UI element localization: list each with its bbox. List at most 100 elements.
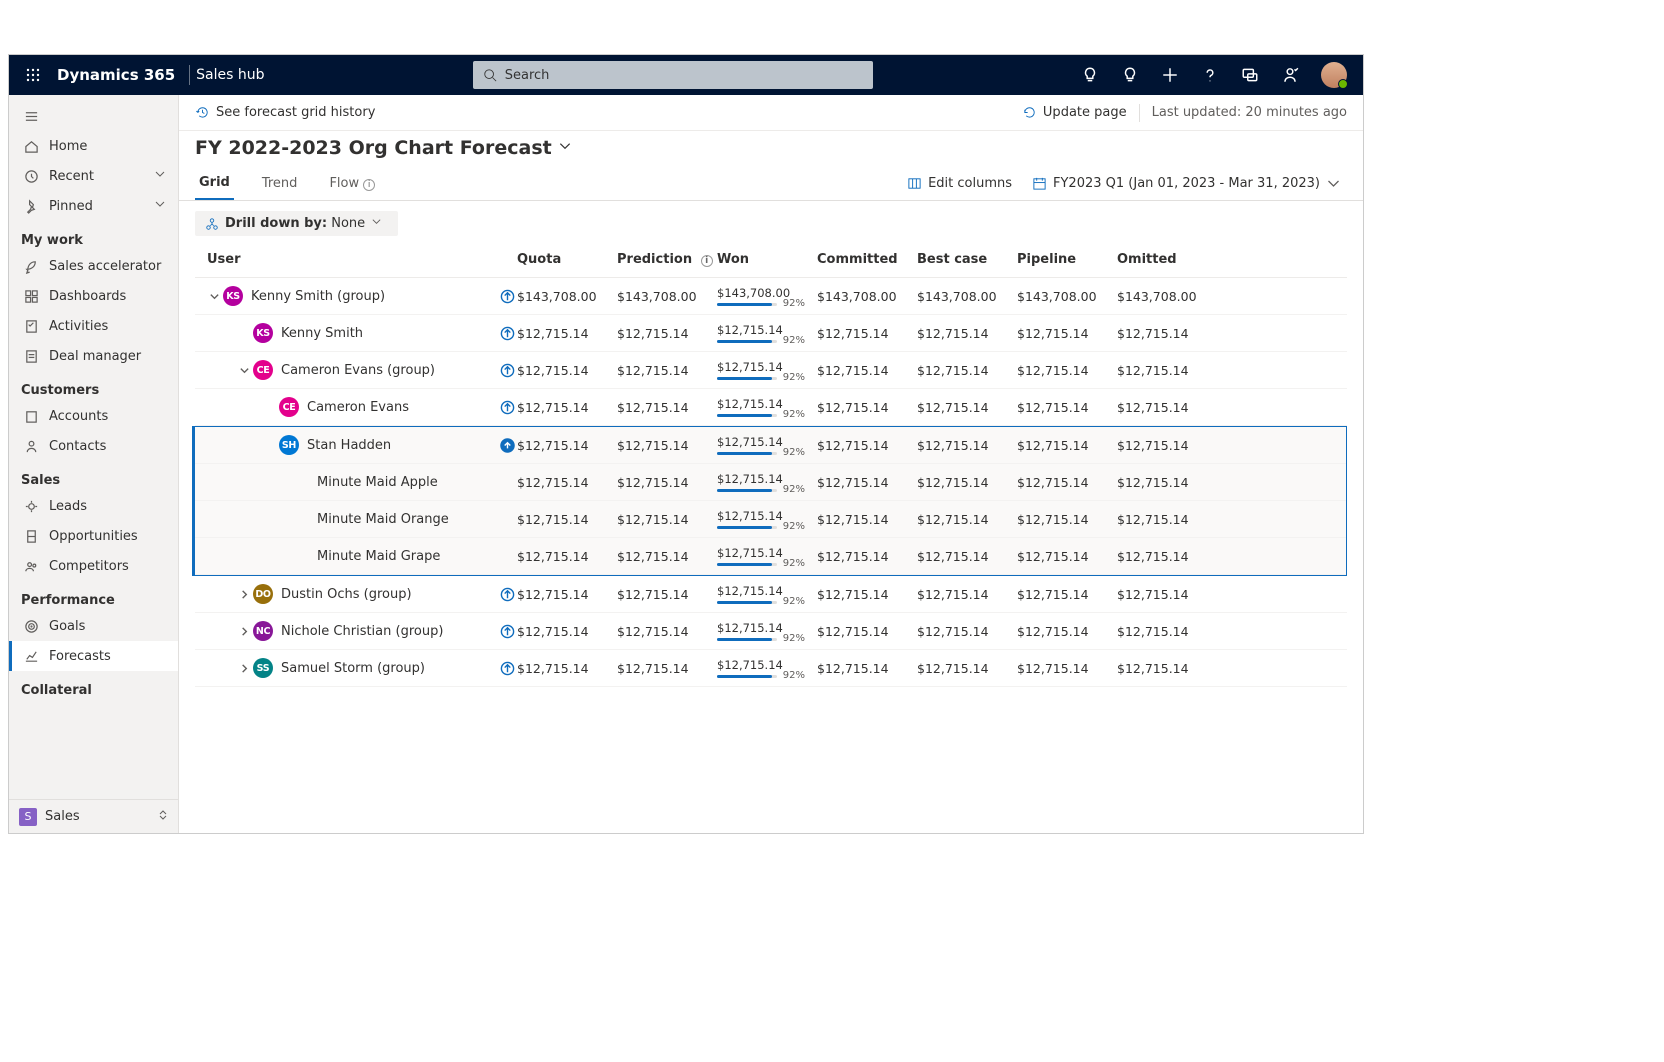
rollup-icon[interactable]	[497, 587, 517, 602]
cell-pipeline: $12,715.14	[1017, 326, 1117, 341]
row-name: Cameron Evans (group)	[281, 363, 435, 378]
table-row[interactable]: Minute Maid Apple $12,715.14 $12,715.14 …	[195, 464, 1346, 501]
cell-prediction: $12,715.14	[617, 661, 717, 676]
tab-flow[interactable]: Flowi	[325, 168, 379, 199]
expand-toggle[interactable]	[237, 626, 251, 637]
col-omitted[interactable]: Omitted	[1117, 252, 1217, 267]
cell-prediction: $12,715.14	[617, 549, 717, 564]
cell-omitted: $12,715.14	[1117, 400, 1217, 415]
cell-committed: $12,715.14	[817, 512, 917, 527]
col-won[interactable]: Won	[717, 252, 817, 267]
rollup-icon[interactable]	[497, 400, 517, 415]
brand-label[interactable]: Dynamics 365	[49, 66, 183, 84]
cell-bestcase: $12,715.14	[917, 438, 1017, 453]
rollup-icon[interactable]	[497, 624, 517, 639]
table-row[interactable]: SSSamuel Storm (group) $12,715.14 $12,71…	[195, 650, 1347, 687]
table-row[interactable]: NCNichole Christian (group) $12,715.14 $…	[195, 613, 1347, 650]
cell-committed: $12,715.14	[817, 438, 917, 453]
table-row[interactable]: Minute Maid Orange $12,715.14 $12,715.14…	[195, 501, 1346, 538]
last-updated-label: Last updated: 20 minutes ago	[1152, 105, 1347, 120]
edit-columns-button[interactable]: Edit columns	[907, 176, 1012, 191]
cell-pipeline: $12,715.14	[1017, 587, 1117, 602]
rollup-icon[interactable]	[497, 661, 517, 676]
plus-icon[interactable]	[1161, 66, 1179, 84]
app-launcher-icon[interactable]	[17, 68, 49, 82]
lightbulb-icon[interactable]	[1121, 66, 1139, 84]
cell-quota: $12,715.14	[517, 587, 617, 602]
table-row[interactable]: Minute Maid Grape $12,715.14 $12,715.14 …	[195, 538, 1346, 575]
sidebar-item-forecasts[interactable]: Forecasts	[9, 641, 178, 671]
cell-bestcase: $12,715.14	[917, 363, 1017, 378]
table-row[interactable]: CECameron Evans (group) $12,715.14 $12,7…	[195, 352, 1347, 389]
row-name: Minute Maid Grape	[317, 549, 440, 564]
sidebar-item-sales-accelerator[interactable]: Sales accelerator	[9, 251, 178, 281]
person-icon[interactable]	[1281, 66, 1299, 84]
history-button[interactable]: See forecast grid history	[195, 105, 375, 120]
chat-icon[interactable]	[1241, 66, 1259, 84]
lightbulb-icon[interactable]	[1081, 66, 1099, 84]
hamburger-button[interactable]	[9, 101, 178, 131]
title-dropdown[interactable]	[552, 139, 572, 157]
expand-toggle[interactable]	[237, 365, 251, 376]
expand-toggle[interactable]	[237, 589, 251, 600]
rollup-icon[interactable]	[497, 438, 517, 453]
expand-toggle[interactable]	[237, 663, 251, 674]
sidebar-item-opportunities[interactable]: Opportunities	[9, 521, 178, 551]
col-committed[interactable]: Committed	[817, 252, 917, 267]
table-row[interactable]: KSKenny Smith $12,715.14 $12,715.14 $12,…	[195, 315, 1347, 352]
rollup-icon[interactable]	[497, 326, 517, 341]
table-row[interactable]: CECameron Evans $12,715.14 $12,715.14 $1…	[195, 389, 1347, 426]
sidebar-item-pinned[interactable]: Pinned	[9, 191, 178, 221]
sidebar-section-mywork: My work	[9, 221, 178, 251]
sidebar-item-deal-manager[interactable]: Deal manager	[9, 341, 178, 371]
top-bar: Dynamics 365 Sales hub Search	[9, 55, 1363, 95]
rollup-icon[interactable]	[497, 289, 517, 304]
cell-committed: $143,708.00	[817, 289, 917, 304]
row-name: Nichole Christian (group)	[281, 624, 443, 639]
sidebar-item-accounts[interactable]: Accounts	[9, 401, 178, 431]
sidebar-item-activities[interactable]: Activities	[9, 311, 178, 341]
deal-icon	[21, 349, 41, 364]
sidebar-item-home[interactable]: Home	[9, 131, 178, 161]
cell-committed: $12,715.14	[817, 326, 917, 341]
table-row[interactable]: SHStan Hadden $12,715.14 $12,715.14 $12,…	[195, 427, 1346, 464]
hub-label[interactable]: Sales hub	[196, 67, 264, 83]
tab-grid[interactable]: Grid	[195, 167, 234, 200]
cell-pipeline: $12,715.14	[1017, 549, 1117, 564]
col-user[interactable]: User	[207, 252, 517, 267]
help-icon[interactable]	[1201, 66, 1219, 84]
cell-bestcase: $12,715.14	[917, 512, 1017, 527]
expand-toggle[interactable]	[207, 291, 221, 302]
info-icon: i	[363, 179, 375, 191]
sidebar-item-goals[interactable]: Goals	[9, 611, 178, 641]
cell-won: $12,715.14 92%	[717, 621, 817, 641]
rollup-icon[interactable]	[497, 363, 517, 378]
page-title-bar: FY 2022-2023 Org Chart Forecast	[179, 131, 1363, 159]
cell-quota: $12,715.14	[517, 438, 617, 453]
table-row[interactable]: DODustin Ochs (group) $12,715.14 $12,715…	[195, 576, 1347, 613]
col-bestcase[interactable]: Best case	[917, 252, 1017, 267]
period-picker[interactable]: FY2023 Q1 (Jan 01, 2023 - Mar 31, 2023)	[1032, 176, 1347, 191]
table-row[interactable]: KSKenny Smith (group) $143,708.00 $143,7…	[195, 278, 1347, 315]
cell-pipeline: $12,715.14	[1017, 624, 1117, 639]
cell-pipeline: $143,708.00	[1017, 289, 1117, 304]
tab-trend[interactable]: Trend	[258, 168, 302, 199]
drill-down-picker[interactable]: Drill down by: None	[195, 211, 398, 236]
cell-committed: $12,715.14	[817, 549, 917, 564]
update-button[interactable]: Update page	[1022, 105, 1127, 120]
sidebar-item-leads[interactable]: Leads	[9, 491, 178, 521]
sidebar-item-dashboards[interactable]: Dashboards	[9, 281, 178, 311]
rocket-icon	[21, 259, 41, 274]
avatar[interactable]	[1321, 62, 1347, 88]
area-switcher[interactable]: S Sales	[9, 799, 179, 833]
row-name: Samuel Storm (group)	[281, 661, 425, 676]
col-pipeline[interactable]: Pipeline	[1017, 252, 1117, 267]
sidebar-item-recent[interactable]: Recent	[9, 161, 178, 191]
sidebar-item-label: Home	[49, 139, 87, 154]
search-input[interactable]: Search	[473, 61, 873, 89]
col-prediction[interactable]: Prediction i	[617, 252, 717, 267]
search-icon	[483, 68, 497, 82]
col-quota[interactable]: Quota	[517, 252, 617, 267]
sidebar-item-contacts[interactable]: Contacts	[9, 431, 178, 461]
sidebar-item-competitors[interactable]: Competitors	[9, 551, 178, 581]
